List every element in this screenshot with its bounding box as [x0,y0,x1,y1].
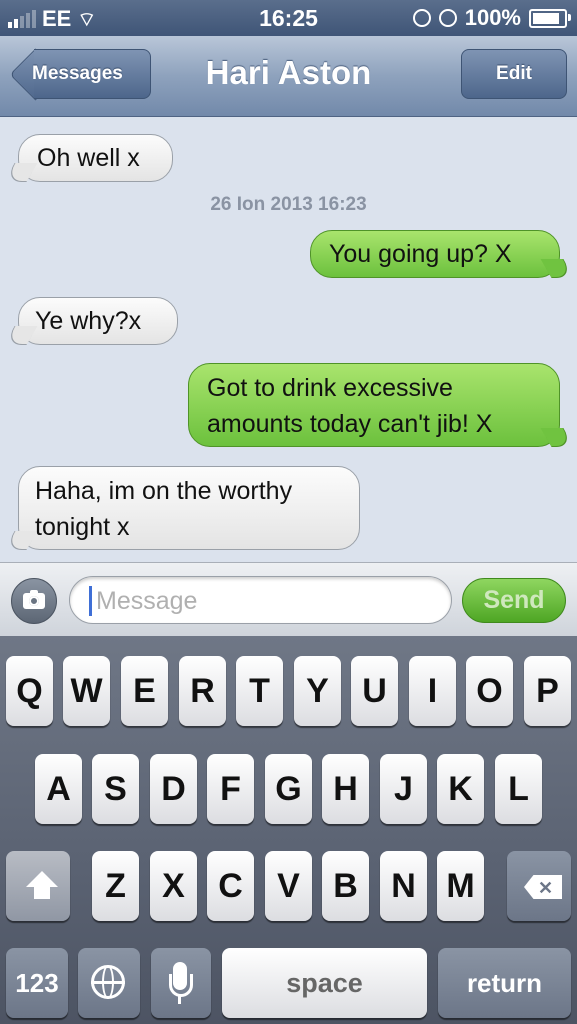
battery-icon [529,8,571,28]
shift-key[interactable] [6,851,70,921]
message-thread[interactable]: Oh well x 26 Ion 2013 16:23 You going up… [0,117,577,562]
alarm-icon [438,9,457,27]
key-p[interactable]: P [524,656,571,726]
key-u[interactable]: U [351,656,398,726]
backspace-key[interactable] [507,851,571,921]
key-l[interactable]: L [495,754,542,824]
battery-percent: 100% [464,5,521,30]
key-c[interactable]: C [207,851,254,921]
key-j[interactable]: J [380,754,427,824]
key-z[interactable]: Z [92,851,139,921]
backspace-icon [524,875,562,899]
key-g[interactable]: G [265,754,312,824]
message-timestamp: 26 Ion 2013 16:23 [210,194,367,215]
key-x[interactable]: X [150,851,197,921]
key-o[interactable]: O [466,656,513,726]
key-a[interactable]: A [35,754,82,824]
message-input[interactable] [94,583,438,619]
key-i[interactable]: I [409,656,456,726]
key-t[interactable]: T [236,656,283,726]
key-b[interactable]: B [322,851,369,921]
dictation-key[interactable] [151,948,211,1018]
key-h[interactable]: H [322,754,369,824]
key-v[interactable]: V [265,851,312,921]
key-s[interactable]: S [92,754,139,824]
key-e[interactable]: E [121,656,168,726]
key-w[interactable]: W [63,656,110,726]
camera-button[interactable] [11,578,57,624]
send-button[interactable]: Send [462,578,566,623]
numbers-key[interactable]: 123 [6,948,68,1018]
shift-arrow-icon [26,871,58,899]
key-n[interactable]: N [380,851,427,921]
status-bar: EE ⌔ 16:25 100% [0,0,577,36]
status-right: 100% [412,5,571,31]
space-key[interactable]: space [222,948,427,1018]
key-k[interactable]: K [437,754,484,824]
key-q[interactable]: Q [6,656,53,726]
return-key[interactable]: return [438,948,571,1018]
key-r[interactable]: R [179,656,226,726]
camera-icon [23,590,45,609]
nav-bar: Messages Hari Aston Edit [0,36,577,117]
message-text: Ye why?x [35,307,142,335]
message-bubble-incoming[interactable]: Oh well x [18,134,173,182]
globe-icon [91,965,125,999]
message-bubble-incoming[interactable]: Haha, im on the worthy tonight x [18,466,360,550]
keyboard: Q W E R T Y U I O P A S D F G H J K L Z … [0,636,577,1024]
key-d[interactable]: D [150,754,197,824]
message-text: You going up? X [329,240,512,268]
text-caret [89,586,92,616]
message-field[interactable] [69,576,452,624]
message-bubble-incoming[interactable]: Ye why?x [18,297,178,345]
globe-key[interactable] [78,948,140,1018]
message-bubble-outgoing[interactable]: You going up? X [310,230,560,278]
key-m[interactable]: M [437,851,484,921]
edit-button[interactable]: Edit [461,49,567,99]
key-y[interactable]: Y [294,656,341,726]
message-text: Got to drink excessive amounts today can… [207,374,493,438]
composer-bar: Send [0,562,577,637]
key-f[interactable]: F [207,754,254,824]
message-bubble-outgoing[interactable]: Got to drink excessive amounts today can… [188,363,560,447]
message-text: Oh well x [37,144,140,172]
message-text: Haha, im on the worthy tonight x [35,477,293,541]
rotation-lock-icon [412,9,431,27]
